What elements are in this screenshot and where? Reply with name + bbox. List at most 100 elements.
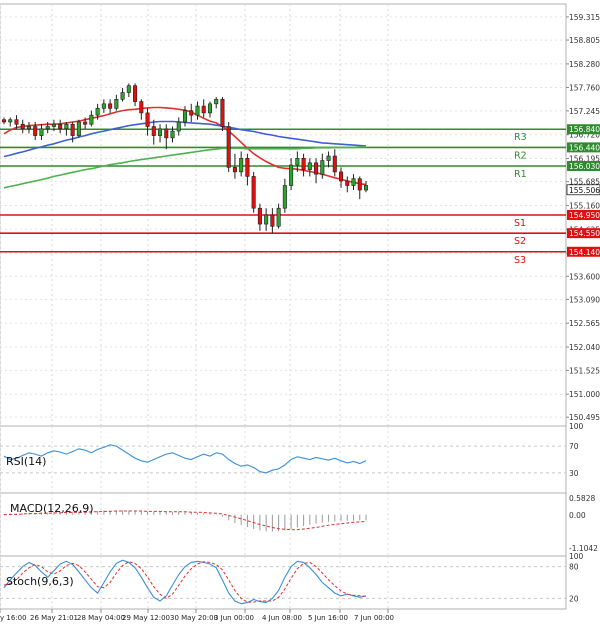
candle-body <box>189 110 194 116</box>
candle-body <box>158 128 163 136</box>
candle-body <box>145 112 150 127</box>
level-name-s3: S3 <box>514 255 526 266</box>
price-tick-label: 158.805 <box>569 36 600 45</box>
level-price-label: 156.440 <box>569 143 600 152</box>
time-tick-label: 5 Jun 16:00 <box>308 614 348 622</box>
candle-body <box>95 108 100 116</box>
candle-body <box>133 85 138 102</box>
candle-body <box>76 121 81 136</box>
level-price-label: 154.140 <box>569 248 600 257</box>
candle-body <box>226 126 231 168</box>
time-tick-label: y 16:00 <box>0 614 27 622</box>
time-axis: y 16:00 26 May 21:0128 May 04:0029 May 12… <box>0 609 394 622</box>
candle-body <box>307 162 312 170</box>
price-tick-label: 151.525 <box>569 366 600 375</box>
candle-body <box>1 119 7 123</box>
time-tick-label: 7 Jun 00:00 <box>354 614 394 622</box>
candle-body <box>170 130 175 139</box>
candle-body <box>201 105 206 114</box>
candle-body <box>70 123 75 136</box>
candle-body <box>89 114 94 125</box>
candle-body <box>320 160 325 175</box>
candle-body <box>8 119 13 123</box>
candle-body <box>332 155 337 173</box>
candle-body <box>276 207 281 227</box>
rsi-panel: 100 70 30 RSI(14) <box>0 422 584 494</box>
time-tick-label: 3 Jun 00:00 <box>214 614 254 622</box>
rsi-tick-label: 70 <box>569 442 579 451</box>
level-name-r3: R3 <box>514 132 527 143</box>
candle-body <box>39 128 44 136</box>
macd-panel: 0.58280.00-1.1042MACD(12,26,9) <box>0 492 598 557</box>
candle-body <box>139 101 144 114</box>
price-tick-label: 152.565 <box>569 319 600 328</box>
price-tick-label: 153.600 <box>569 272 600 281</box>
price-tick-label: 152.040 <box>569 343 600 352</box>
candle-body <box>326 155 331 161</box>
rsi-tick-label: 30 <box>569 469 579 478</box>
price-tick-label: 157.760 <box>569 83 600 92</box>
current-price-label: 155.506 <box>569 186 600 195</box>
rsi-tick-label: 100 <box>569 422 584 431</box>
time-tick-label: 28 May 04:00 <box>77 614 125 622</box>
candle-body <box>182 110 188 123</box>
price-tick-label: 150.495 <box>569 413 600 422</box>
candle-body <box>295 157 300 166</box>
candle-body <box>151 126 156 136</box>
stoch-panel: 100 80 20 Stoch(9,6,3) <box>0 552 584 610</box>
candle-body <box>51 123 56 127</box>
candle-body <box>214 98 219 105</box>
candle-body <box>289 164 294 186</box>
time-tick-label: 30 May 20:00 <box>170 614 218 622</box>
price-tick-label: 159.315 <box>569 13 600 22</box>
candle-body <box>114 98 119 109</box>
time-tick-label: 4 Jun 08:00 <box>262 614 302 622</box>
price-tick-label: 158.280 <box>569 60 600 69</box>
candle-body <box>232 167 237 173</box>
candle-body <box>239 157 244 173</box>
level-name-s2: S2 <box>514 236 526 247</box>
time-tick-label: 26 May 21:01 <box>30 614 78 622</box>
price-tick-label: 151.000 <box>569 390 600 399</box>
candle-body <box>64 123 69 130</box>
candle-body <box>164 128 169 139</box>
time-tick-label: 29 May 12:00 <box>122 614 170 622</box>
candle-body <box>176 121 181 132</box>
candle-body <box>270 214 275 227</box>
level-price-label: 156.030 <box>569 162 600 171</box>
candle-body <box>58 123 63 130</box>
stoch-frame <box>0 555 567 610</box>
level-price-label: 154.950 <box>569 211 600 220</box>
chart-root: 159.315158.805158.280157.760157.245156.7… <box>0 3 600 622</box>
candle-body <box>301 157 306 170</box>
candle-body <box>126 85 131 93</box>
candle-body <box>207 103 212 114</box>
price-tick-label: 153.090 <box>569 295 600 304</box>
candle-body <box>257 207 262 225</box>
stoch-tick-label: 20 <box>569 594 579 603</box>
candle-body <box>245 157 250 177</box>
candle-body <box>339 171 344 182</box>
candle-body <box>357 178 362 191</box>
candle-body <box>363 185 369 191</box>
candle-body <box>108 103 113 109</box>
candle-body <box>195 105 200 116</box>
candle-body <box>345 180 350 186</box>
candle-body <box>20 123 25 130</box>
price-tick-label: 157.245 <box>569 107 600 116</box>
level-name-r2: R2 <box>514 150 527 161</box>
macd-title: MACD(12,26,9) <box>10 502 94 515</box>
price-tick-label: 155.160 <box>569 201 600 210</box>
level-name-r1: R1 <box>514 169 527 180</box>
candle-body <box>83 121 88 125</box>
candle-body <box>26 126 31 130</box>
candle-body <box>251 176 256 209</box>
level-price-label: 156.840 <box>569 125 600 134</box>
candle-body <box>314 162 319 175</box>
candle-body <box>220 98 225 127</box>
candle-body <box>101 103 106 109</box>
candle-body <box>14 119 19 125</box>
rsi-frame <box>0 425 567 494</box>
macd-tick-label: 0.5828 <box>569 494 595 503</box>
candle-body <box>264 214 269 225</box>
